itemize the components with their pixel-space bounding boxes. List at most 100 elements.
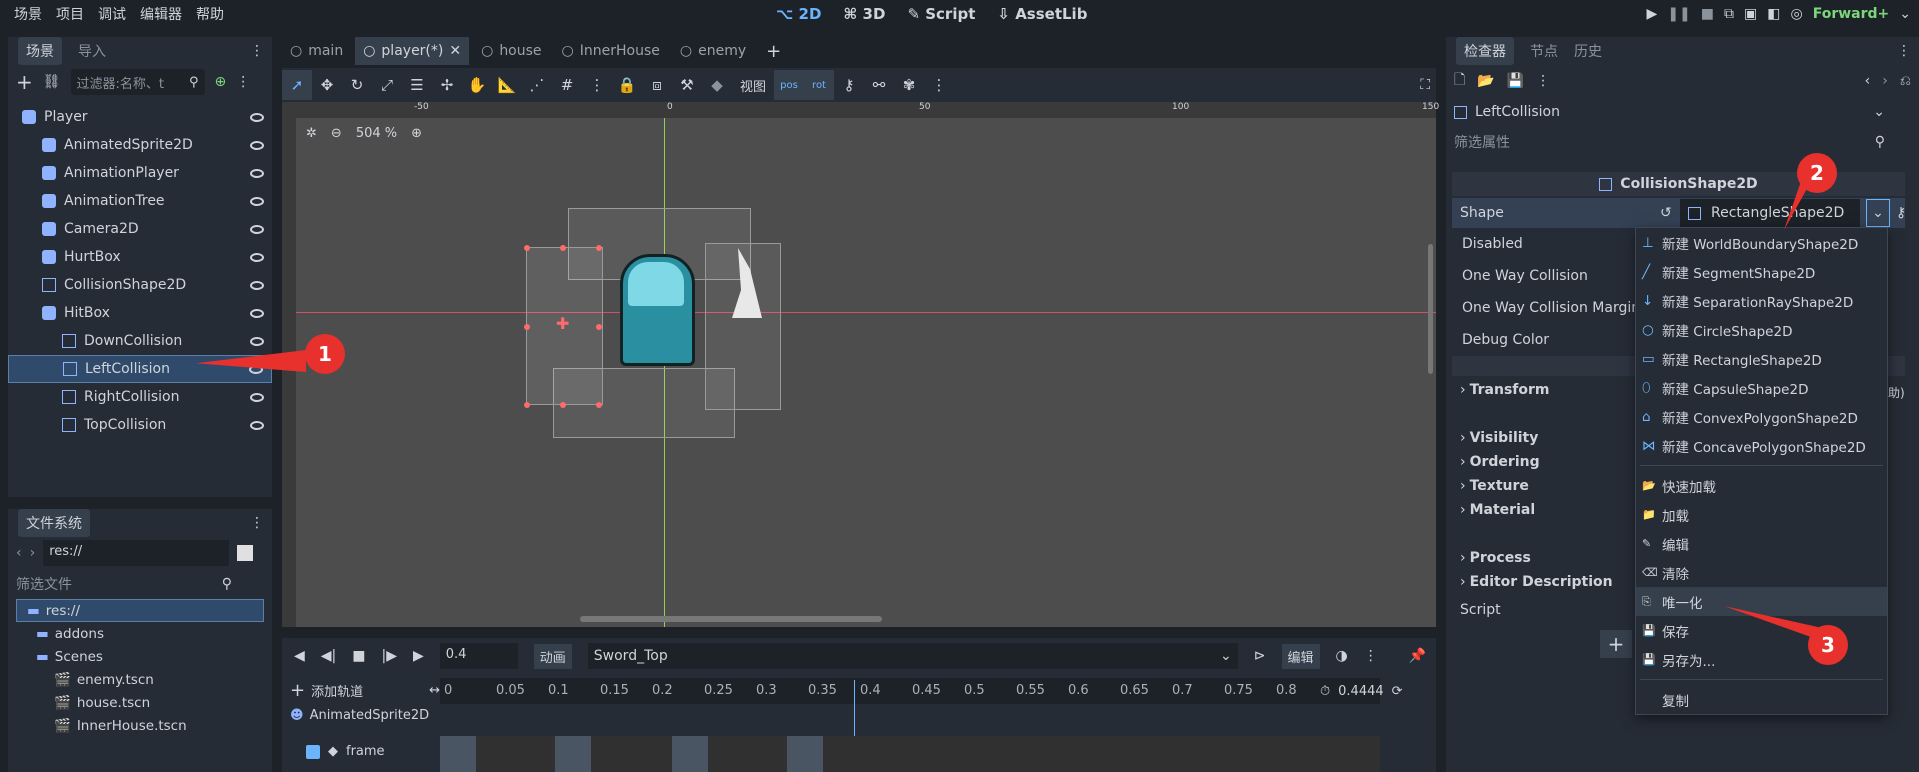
anim-length-value[interactable]: 0.4444	[1338, 684, 1384, 699]
add-metadata-button[interactable]: +	[1600, 630, 1632, 658]
new-shape-item[interactable]: ▭ 新建 RectangleShape2D	[1636, 344, 1887, 373]
animation-select[interactable]: Sword_Top ⌄	[587, 643, 1238, 669]
chevron-down-icon[interactable]: ⌄	[1899, 6, 1911, 22]
fs-item[interactable]: ▬ res://	[16, 599, 264, 622]
menu-scene[interactable]: 场景	[14, 4, 42, 24]
stop-icon[interactable]: ■	[1701, 6, 1714, 22]
visibility-icon[interactable]	[250, 420, 264, 430]
visibility-icon[interactable]	[250, 196, 264, 206]
fs-filter[interactable]: 筛选文件 ⚲	[8, 569, 272, 599]
instance-scene-icon[interactable]: ⊕	[215, 74, 227, 90]
editor-tab[interactable]: ○ house	[473, 37, 549, 65]
more-icon[interactable]: ⋮	[582, 70, 612, 100]
onion-skin-icon[interactable]: ◑	[1336, 648, 1348, 664]
smart-snap-icon[interactable]: ⋰	[522, 70, 552, 100]
editor-tab[interactable]: ○ InnerHouse	[554, 37, 668, 65]
ruler-tool-icon[interactable]: 📐	[492, 70, 522, 100]
visibility-icon[interactable]	[250, 224, 264, 234]
new-shape-item[interactable]: ⌂ 新建 ConvexPolygonShape2D	[1636, 402, 1887, 431]
forward-icon[interactable]: ›	[30, 545, 36, 561]
menu-project[interactable]: 项目	[56, 4, 84, 24]
shape-resource-picker[interactable]: RectangleShape2D	[1680, 199, 1860, 227]
new-shape-item[interactable]: ⬯ 新建 CapsuleShape2D	[1636, 373, 1887, 402]
close-icon[interactable]: ✕	[449, 43, 461, 59]
add-track-button[interactable]: + 添加轨道 ↔	[290, 676, 440, 704]
pause-icon[interactable]: ❚❚	[1667, 6, 1690, 22]
forward-icon[interactable]: ›	[1882, 73, 1888, 89]
tree-item[interactable]: AnimatedSprite2D	[8, 131, 272, 159]
new-shape-item[interactable]: ⋈ 新建 ConcavePolygonShape2D	[1636, 431, 1887, 460]
open-icon[interactable]: 📂	[1477, 73, 1494, 89]
loop-icon[interactable]: ⟳	[1392, 684, 1403, 699]
editor-tab[interactable]: ○ player(*) ✕	[355, 37, 470, 65]
view-menu[interactable]: 视图	[740, 76, 766, 95]
handle-icon[interactable]	[596, 245, 602, 251]
scene-filter-input[interactable]: 过滤器:名称、t ⚲	[70, 69, 205, 95]
editor-tab[interactable]: ○ enemy	[672, 37, 754, 65]
inspected-node-select[interactable]: LeftCollision ⌄	[1446, 97, 1919, 127]
key-insert-icon[interactable]: ⚯	[864, 70, 894, 100]
menu-help[interactable]: 帮助	[196, 4, 224, 24]
back-icon[interactable]: ‹	[1865, 73, 1871, 89]
tab-filesystem[interactable]: 文件系统	[18, 509, 90, 537]
tab-inspector[interactable]: 检查器	[1456, 37, 1514, 65]
h-scrollbar[interactable]	[580, 616, 882, 622]
play-scene-icon[interactable]: ▣	[1744, 6, 1757, 22]
key-scale-icon[interactable]: ⚷	[834, 70, 864, 100]
play-backwards-from-end-icon[interactable]: ◀	[294, 648, 305, 664]
add-node-icon[interactable]: +	[16, 70, 33, 94]
movie-icon[interactable]: ◎	[1790, 6, 1802, 22]
zoom-level[interactable]: 504 %	[356, 126, 397, 141]
more-icon[interactable]: ⋮	[924, 70, 954, 100]
play-from-start-icon[interactable]: |▶	[382, 648, 397, 664]
new-resource-icon[interactable]: 🗋	[1454, 69, 1465, 93]
track-frame[interactable]: ◆ frame	[306, 744, 385, 759]
resource-action-item[interactable]: 💾 保存	[1636, 616, 1887, 645]
lock-icon[interactable]: 🔒	[612, 70, 642, 100]
remote-debug-icon[interactable]: ⧉	[1724, 6, 1734, 22]
handle-icon[interactable]	[560, 245, 566, 251]
split-view-icon[interactable]	[237, 545, 254, 561]
fs-item[interactable]: ▬ Scenes	[8, 645, 272, 668]
fs-item[interactable]: 🎬 InnerHouse.tscn	[8, 714, 272, 737]
tree-item[interactable]: Camera2D	[8, 215, 272, 243]
tree-item[interactable]: AnimationTree	[8, 187, 272, 215]
timeline-ruler[interactable]: 0 0.05 0.1 0.15 0.2 0.25 0.3 0.35 0.4 0.45 0.5 0.55…	[440, 678, 1380, 704]
fs-item[interactable]: 🎬 house.tscn	[8, 691, 272, 714]
play-custom-icon[interactable]: ◧	[1767, 6, 1780, 22]
tree-item[interactable]: TopCollision	[8, 411, 272, 439]
menu-editor[interactable]: 编辑器	[140, 4, 182, 24]
resource-action-item[interactable]: 📂 快速加载	[1636, 471, 1887, 500]
copy-menu-item[interactable]: 复制	[1636, 685, 1887, 714]
visibility-icon[interactable]	[250, 112, 264, 122]
tree-item[interactable]: HurtBox	[8, 243, 272, 271]
mode-script-button[interactable]: ✎ Script	[907, 5, 975, 23]
more-icon[interactable]: ⋮	[1897, 43, 1911, 59]
play-icon[interactable]: ▶	[1647, 6, 1658, 22]
play-icon[interactable]: ▶	[413, 648, 424, 664]
handle-icon[interactable]	[596, 402, 602, 408]
tree-item[interactable]: CollisionShape2D	[8, 271, 272, 299]
resource-action-item[interactable]: ⌫ 清除	[1636, 558, 1887, 587]
group-icon[interactable]: ⧈	[642, 70, 672, 100]
zoom-in-icon[interactable]: ⊕	[411, 126, 422, 141]
grid-snap-icon[interactable]: #	[552, 70, 582, 100]
edit-menu[interactable]: 编辑	[1281, 643, 1320, 669]
link-icon[interactable]: ⛓	[43, 74, 61, 90]
cube-icon[interactable]: ◆	[702, 70, 732, 100]
handle-icon[interactable]	[524, 324, 530, 330]
keyframe-thumb[interactable]	[787, 736, 823, 772]
tree-item[interactable]: Player	[8, 103, 272, 131]
resource-action-item[interactable]: 💾 另存为...	[1636, 645, 1887, 674]
pin-icon[interactable]: 📌	[1409, 648, 1426, 664]
center-view-icon[interactable]: ✲	[306, 126, 317, 141]
anim-time-input[interactable]: 0.4	[439, 643, 518, 669]
pan-tool-icon[interactable]: ✋	[462, 70, 492, 100]
key-icon[interactable]: ⚷	[1896, 205, 1906, 221]
canvas-viewport[interactable]: ✲ ⊖ 504 % ⊕ ✚	[296, 118, 1436, 627]
renderer-select[interactable]: Forward+	[1813, 6, 1890, 22]
more-icon[interactable]: ⋮	[1536, 73, 1550, 89]
more-icon[interactable]: ⋮	[250, 515, 264, 531]
more-icon[interactable]: ⋮	[236, 74, 250, 90]
tree-item[interactable]: DownCollision	[8, 327, 272, 355]
